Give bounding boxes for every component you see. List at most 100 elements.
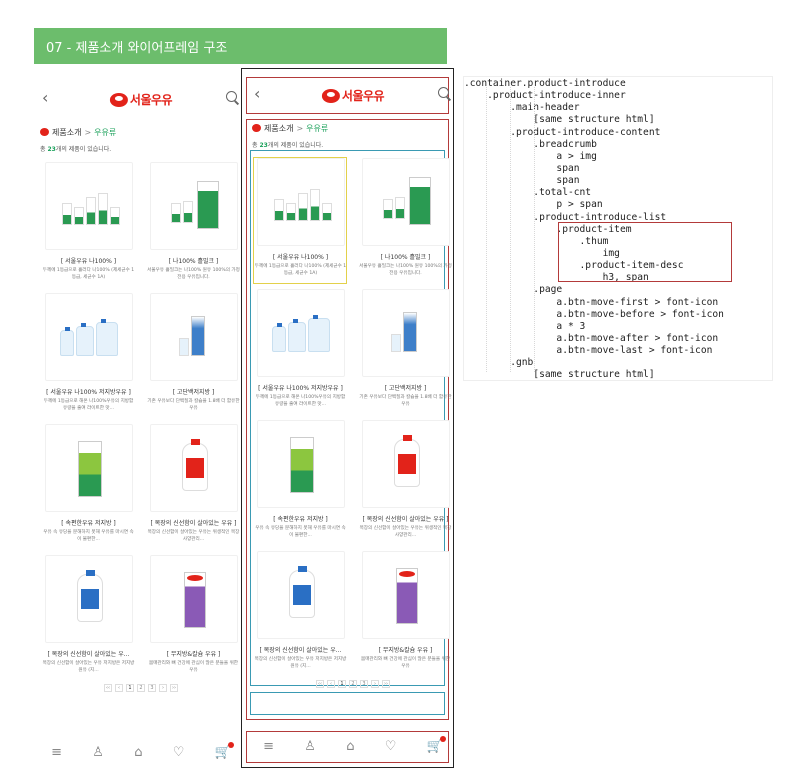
breadcrumb-separator: > xyxy=(296,123,304,133)
product-thumb[interactable] xyxy=(149,162,238,250)
breadcrumb: 제품소개 > 우유류 xyxy=(252,122,458,134)
product-item[interactable]: [ 목장의 신선함이 살아있는 우유 ] 목장의 신선함이 살아있는 우유는 위… xyxy=(355,420,456,538)
product-name[interactable]: [ 목장의 신선함이 살아있는 우... xyxy=(38,649,139,658)
breadcrumb-home[interactable]: 제품소개 xyxy=(52,127,81,138)
product-thumb[interactable] xyxy=(149,424,238,512)
btn-move-after[interactable]: › xyxy=(371,680,379,688)
product-item[interactable]: [ 서울우유 나100% 저지방우유 ] 두께에 1등급으로 해온 나100%우… xyxy=(250,289,351,407)
page-link[interactable]: 3 xyxy=(360,680,368,688)
home-logo-icon[interactable] xyxy=(252,124,261,132)
cart-icon[interactable]: 🛒 xyxy=(215,741,234,760)
btn-move-after[interactable]: › xyxy=(159,684,167,692)
product-name[interactable]: [ 서울우유 나100% ] xyxy=(38,256,139,265)
product-name[interactable]: [ 서울우유 나100% ] xyxy=(250,252,351,261)
product-thumb[interactable] xyxy=(361,420,450,508)
home-logo-icon[interactable] xyxy=(40,128,49,136)
page-link[interactable]: 1 xyxy=(126,684,134,692)
product-desc: 목장의 신선함이 살아있는 우유 저지방은 저지방 원유 (지... xyxy=(254,657,347,669)
product-item[interactable]: [ 고단백저지방 ] 기존 우유보다 단백질과 칼슘을 1.8배 더 함유한 우… xyxy=(143,293,244,411)
product-thumb[interactable] xyxy=(256,289,345,377)
btn-move-first[interactable]: ‹‹ xyxy=(316,680,324,688)
heart-icon[interactable]: ♡ xyxy=(385,739,397,754)
user-icon[interactable]: ♙ xyxy=(304,739,316,754)
product-name[interactable]: [ 나100% 흘밀크 ] xyxy=(143,256,244,265)
back-icon[interactable]: ‹ xyxy=(254,84,260,104)
gnb: ≡ ♙ ⌂ ♡ 🛒 xyxy=(248,728,458,764)
breadcrumb-current[interactable]: 우유류 xyxy=(94,127,116,138)
product-item[interactable]: [ 속편한우유 저지방 ] 우유 속 유당을 분해하지 못해 우유를 마시면 속… xyxy=(38,424,139,542)
product-list: [ 서울우유 나100% ] 두께에 1등급으로 흘러다 나100% (제세균수… xyxy=(248,158,458,669)
btn-move-last[interactable]: ›› xyxy=(382,680,390,688)
total-count-number: 23 xyxy=(259,142,268,149)
product-item[interactable]: [ 서울우유 나100% ] 두께에 1등급으로 흘러다 나100% (제세균수… xyxy=(38,162,139,280)
product-name[interactable]: [ 무지방&칼슘 우유 ] xyxy=(143,649,244,658)
structure-code-panel: .container.product-introduce .product-in… xyxy=(463,76,773,381)
main-header: ‹ 서울우유 xyxy=(36,82,246,118)
page-link[interactable]: 2 xyxy=(137,684,145,692)
page-link[interactable]: 1 xyxy=(338,680,346,688)
search-icon[interactable] xyxy=(438,87,452,103)
back-icon[interactable]: ‹ xyxy=(42,88,48,108)
home-icon[interactable]: ⌂ xyxy=(134,745,142,760)
product-thumb[interactable] xyxy=(256,420,345,508)
btn-move-before[interactable]: ‹ xyxy=(115,684,123,692)
btn-move-before[interactable]: ‹ xyxy=(327,680,335,688)
product-name[interactable]: [ 목장의 신선함이 살아있는 우유 ] xyxy=(355,514,456,523)
wireframe-left: ‹ 서울우유 제품소개 > 우유류 총 23개의 제품이 있습니다. [ 서울우… xyxy=(36,82,246,770)
product-item[interactable]: [ 무지방&칼슘 우유 ] 몸매관리와 뼈 건강에 관심이 많은 분들을 위한 … xyxy=(143,555,244,673)
product-thumb[interactable] xyxy=(44,162,133,250)
total-count: 총 23개의 제품이 있습니다. xyxy=(40,146,112,153)
product-item[interactable]: [ 목장의 신선함이 살아있는 우... 목장의 신선함이 살아있는 우유 저지… xyxy=(250,551,351,669)
menu-icon[interactable]: ≡ xyxy=(51,745,62,760)
product-item[interactable]: [ 속편한우유 저지방 ] 우유 속 유당을 분해하지 못해 우유를 마시면 속… xyxy=(250,420,351,538)
product-thumb[interactable] xyxy=(44,424,133,512)
product-desc: 기존 우유보다 단백질과 칼슘을 1.8배 더 함유한 우유 xyxy=(359,395,452,407)
brand-logo[interactable]: 서울우유 xyxy=(321,87,385,104)
search-icon[interactable] xyxy=(226,91,240,107)
product-thumb[interactable] xyxy=(44,555,133,643)
cart-icon[interactable]: 🛒 xyxy=(427,735,446,754)
product-thumb[interactable] xyxy=(361,289,450,377)
product-name[interactable]: [ 서울우유 나100% 저지방우유 ] xyxy=(38,387,139,396)
product-thumb[interactable] xyxy=(361,551,450,639)
product-name[interactable]: [ 목장의 신선함이 살아있는 우유 ] xyxy=(143,518,244,527)
home-icon[interactable]: ⌂ xyxy=(346,739,354,754)
product-item[interactable]: [ 서울우유 나100% ] 두께에 1등급으로 흘러다 나100% (제세균수… xyxy=(250,158,351,276)
breadcrumb-home[interactable]: 제품소개 xyxy=(264,123,293,134)
pagination: ‹‹ ‹ 1 2 3 › ›› xyxy=(248,680,458,688)
menu-icon[interactable]: ≡ xyxy=(263,739,274,754)
product-name[interactable]: [ 속편한우유 저지방 ] xyxy=(250,514,351,523)
product-thumb[interactable] xyxy=(256,551,345,639)
product-item[interactable]: [ 서울우유 나100% 저지방우유 ] 두께에 1등급으로 해온 나100%우… xyxy=(38,293,139,411)
product-item[interactable]: [ 목장의 신선함이 살아있는 우... 목장의 신선함이 살아있는 우유 저지… xyxy=(38,555,139,673)
product-thumb[interactable] xyxy=(149,293,238,381)
brand-logo[interactable]: 서울우유 xyxy=(109,91,173,108)
page-link[interactable]: 3 xyxy=(148,684,156,692)
breadcrumb-current[interactable]: 우유류 xyxy=(306,123,328,134)
btn-move-first[interactable]: ‹‹ xyxy=(104,684,112,692)
logo-mark-icon xyxy=(321,88,340,103)
product-name[interactable]: [ 서울우유 나100% 저지방우유 ] xyxy=(250,383,351,392)
heart-icon[interactable]: ♡ xyxy=(173,745,185,760)
product-thumb[interactable] xyxy=(361,158,450,246)
product-name[interactable]: [ 고단백저지방 ] xyxy=(355,383,456,392)
product-item[interactable]: [ 고단백저지방 ] 기존 우유보다 단백질과 칼슘을 1.8배 더 함유한 우… xyxy=(355,289,456,407)
product-name[interactable]: [ 고단백저지방 ] xyxy=(143,387,244,396)
product-thumb[interactable] xyxy=(149,555,238,643)
product-thumb[interactable] xyxy=(256,158,345,246)
product-item[interactable]: [ 나100% 흘밀크 ] 서울우유 흘밀크는 나100% 원유 100%의 가… xyxy=(355,158,456,276)
user-icon[interactable]: ♙ xyxy=(92,745,104,760)
page-link[interactable]: 2 xyxy=(349,680,357,688)
product-name[interactable]: [ 나100% 흘밀크 ] xyxy=(355,252,456,261)
pagination: ‹‹ ‹ 1 2 3 › ›› xyxy=(36,684,246,692)
product-item[interactable]: [ 무지방&칼슘 우유 ] 몸매관리와 뼈 건강에 관심이 많은 분들을 위한 … xyxy=(355,551,456,669)
product-item[interactable]: [ 목장의 신선함이 살아있는 우유 ] 목장의 신선함이 살아있는 우유는 위… xyxy=(143,424,244,542)
product-name[interactable]: [ 속편한우유 저지방 ] xyxy=(38,518,139,527)
btn-move-last[interactable]: ›› xyxy=(170,684,178,692)
product-name[interactable]: [ 무지방&칼슘 우유 ] xyxy=(355,645,456,654)
product-name[interactable]: [ 목장의 신선함이 살아있는 우... xyxy=(250,645,351,654)
section-title-bar: 07 - 제품소개 와이어프레임 구조 xyxy=(34,28,447,64)
product-thumb[interactable] xyxy=(44,293,133,381)
logo-mark-icon xyxy=(109,92,128,107)
product-item[interactable]: [ 나100% 흘밀크 ] 서울우유 흘밀크는 나100% 원유 100%의 가… xyxy=(143,162,244,280)
